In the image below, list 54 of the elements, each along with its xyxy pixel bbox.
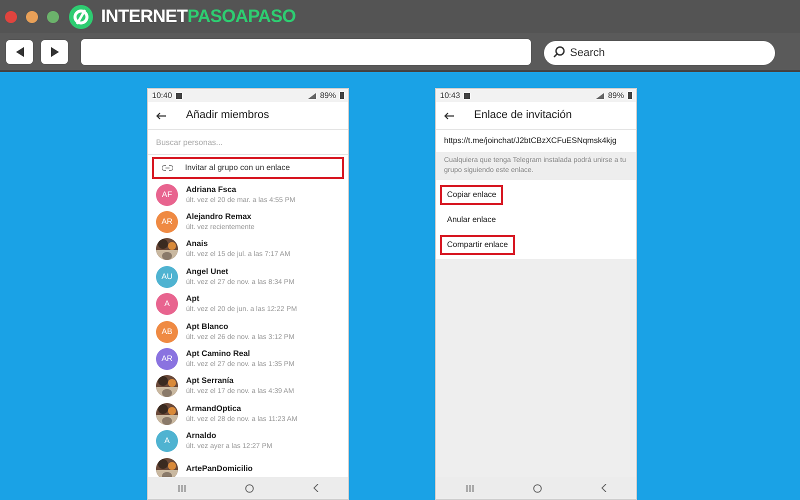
contact-name: ArmandOptica <box>186 402 242 414</box>
contact-name: Adriana Fsca <box>186 184 238 195</box>
contact-name: Apt <box>186 293 200 304</box>
battery-icon <box>628 92 632 99</box>
back-arrow-icon[interactable] <box>156 112 166 120</box>
avatar: AR <box>156 211 178 234</box>
logo-text: INTERNET <box>101 5 188 28</box>
clock: 10:43 <box>440 90 460 102</box>
home-icon[interactable] <box>244 484 254 492</box>
contact-name: Alejandro Remax <box>186 211 252 222</box>
avatar: AF <box>156 184 178 206</box>
back-button[interactable] <box>6 40 33 64</box>
contact-name: Apt Serranía <box>186 375 235 386</box>
window-controls-icon[interactable] <box>5 10 61 24</box>
logo-text: PASOAPASO <box>187 5 296 28</box>
notification-icon <box>464 92 470 98</box>
right-triangle-icon <box>50 46 60 56</box>
back-arrow-icon[interactable] <box>444 112 454 120</box>
contact-name: Anais <box>186 238 209 250</box>
avatar: AB <box>156 320 178 343</box>
screen-title: Añadir miembros <box>186 108 270 124</box>
address-bar[interactable] <box>81 38 531 64</box>
avatar: AU <box>156 266 178 288</box>
link-option[interactable]: Compartir enlace <box>440 234 515 254</box>
link-icon <box>162 165 173 171</box>
battery-level: 89% <box>320 90 336 102</box>
back-icon[interactable] <box>312 484 318 492</box>
search-field[interactable]: Search <box>544 40 775 64</box>
signal-icon <box>596 92 604 98</box>
battery-level: 89% <box>608 90 624 102</box>
contact-name: ArtePanDomicilio <box>186 463 253 474</box>
contact-name: Arnaldo <box>186 430 218 442</box>
invite-link-row[interactable]: Invitar al grupo con un enlace <box>152 157 344 179</box>
logo-icon <box>68 4 94 30</box>
battery-icon <box>340 92 344 99</box>
recent-apps-icon[interactable] <box>178 484 186 492</box>
link-option[interactable]: Copiar enlace <box>440 184 504 204</box>
screen-title: Enlace de invitación <box>474 108 572 124</box>
contact-name: Apt Blanco <box>186 320 230 332</box>
notification-icon <box>176 92 182 98</box>
link-option[interactable]: Anular enlace <box>440 210 503 230</box>
avatar: A <box>156 430 178 452</box>
back-icon[interactable] <box>600 484 606 492</box>
home-icon[interactable] <box>532 484 542 492</box>
clock: 10:40 <box>152 90 172 102</box>
contact-name: Angel Unet <box>186 266 230 277</box>
left-triangle-icon <box>14 46 24 56</box>
recent-apps-icon[interactable] <box>466 484 474 492</box>
search-icon <box>553 46 565 58</box>
signal-icon <box>308 92 316 98</box>
contact-name: Apt Camino Real <box>186 348 252 360</box>
avatar: AR <box>156 348 178 370</box>
avatar: A <box>156 293 178 316</box>
forward-button[interactable] <box>41 40 68 64</box>
